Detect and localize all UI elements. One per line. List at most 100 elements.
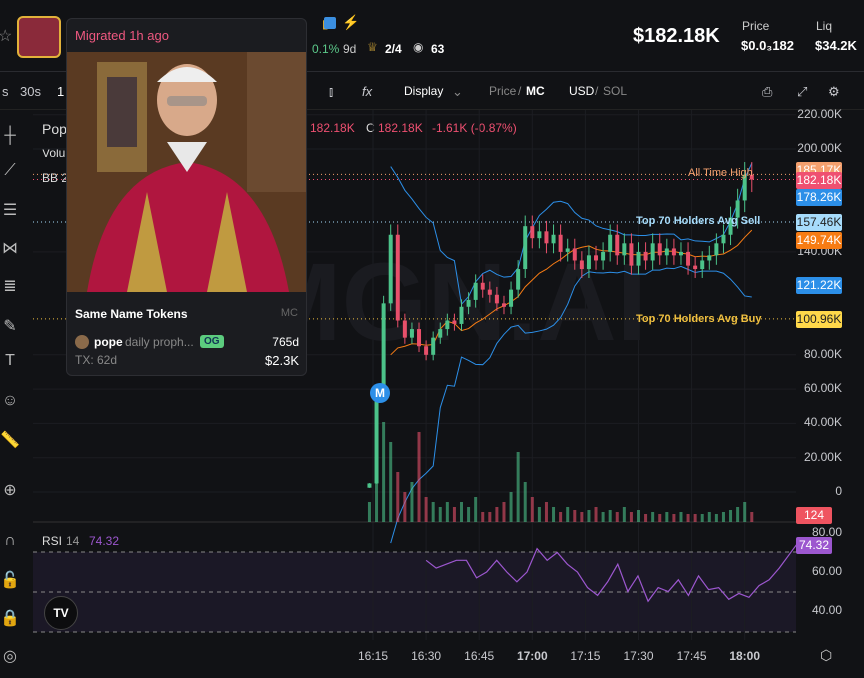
tradingview-logo[interactable]: TV (44, 596, 78, 630)
candle (473, 282, 478, 300)
candle (494, 294, 499, 304)
x-tick-label: 17:45 (676, 649, 707, 663)
volume-bar (403, 492, 407, 522)
volume-bar (601, 512, 605, 522)
volume-bar (389, 442, 393, 522)
volume-bar (566, 507, 570, 522)
candle (558, 234, 563, 252)
candle (395, 234, 400, 321)
price-tag: 178.26K (796, 189, 842, 206)
candle (707, 255, 712, 261)
volume-bar (516, 452, 520, 522)
price-tag: 149.74K (796, 232, 842, 249)
candle (586, 255, 591, 270)
candle (374, 397, 379, 484)
volume-bar (509, 492, 513, 522)
y-tick-label: 40.00K (803, 415, 842, 430)
token-hover-card: Migrated 1h ago Same Name Tokens MC pope… (66, 18, 307, 376)
volume-bar (750, 512, 754, 522)
volume-bar (707, 512, 711, 522)
volume-bar (672, 514, 676, 522)
volume-bar (495, 507, 499, 522)
y-tick-label: 220.00K (797, 106, 842, 121)
candle (671, 248, 676, 256)
ath-label: All Time High (688, 167, 753, 179)
x-tick-label: 17:15 (570, 649, 601, 663)
og-badge: OG (200, 335, 224, 348)
volume-bar (481, 512, 485, 522)
candle (537, 231, 542, 239)
price-tag: 121.22K (796, 277, 842, 294)
candle (544, 231, 549, 244)
volume-bar (608, 510, 612, 522)
candle (466, 299, 471, 307)
candle (445, 320, 450, 330)
volume-bar (460, 502, 463, 522)
x-tick-label: 17:30 (623, 649, 654, 663)
rsi-tick-label: 40.00 (811, 603, 842, 617)
candle (678, 251, 683, 256)
volume-bar (452, 507, 456, 522)
volume-bar (644, 514, 648, 522)
candle (452, 320, 457, 324)
candle (608, 234, 613, 252)
volume-bar (743, 502, 747, 522)
volume-bar (615, 512, 619, 522)
axis-settings-icon[interactable]: ⬡ (820, 647, 832, 664)
y-tick-label: 0 (835, 484, 842, 498)
candle (530, 226, 535, 239)
candle (438, 329, 443, 338)
candle (487, 289, 492, 295)
volume-bar (587, 510, 591, 522)
price-tag: 182.18K (796, 172, 842, 189)
token-image (67, 52, 306, 292)
volume-bar (410, 482, 414, 522)
volume-bar (367, 502, 371, 522)
candle (409, 329, 414, 338)
candle (714, 243, 719, 256)
same-name-title: Same Name Tokens (75, 307, 188, 321)
volume-bar (474, 497, 478, 522)
volume-bar (544, 502, 548, 522)
candle (629, 243, 634, 266)
volume-bar (445, 502, 449, 522)
volume-bar (537, 507, 541, 522)
volume-bar (424, 497, 428, 522)
volume-bar (700, 514, 704, 522)
volume-bar (467, 507, 471, 522)
candle (431, 337, 436, 355)
candle (636, 251, 641, 266)
migration-marker[interactable]: M (370, 383, 390, 403)
rsi-tick-label: 60.00 (811, 564, 842, 578)
volume-bar (580, 512, 584, 522)
volume-bar (530, 497, 534, 522)
volume-bar (637, 510, 640, 522)
volume-bar (552, 507, 556, 522)
candle (501, 303, 506, 307)
rsi-value: 74.32 (89, 534, 120, 548)
candle (459, 306, 464, 324)
avg-buy-label: Top 70 Holders Avg Buy (636, 313, 762, 325)
candle (480, 282, 485, 290)
y-tick-label: 60.00K (803, 381, 842, 396)
price-tag: 157.46K (796, 214, 842, 231)
volume-bar (396, 472, 400, 522)
x-tick-label: 16:45 (464, 649, 495, 663)
candle (579, 260, 584, 270)
candle (664, 248, 669, 256)
volume-bar (693, 514, 697, 522)
candle (367, 483, 372, 488)
volume-bar (488, 512, 492, 522)
volume-bar (714, 514, 718, 522)
candle (686, 251, 691, 266)
candle (417, 329, 422, 347)
price-tag: 74.32 (796, 537, 832, 554)
volume-bar (729, 510, 733, 522)
x-tick-label: 18:00 (729, 649, 761, 663)
rsi-period: 14 (66, 534, 80, 548)
volume-bar (736, 507, 740, 522)
volume-bar (721, 512, 725, 522)
candle (523, 226, 528, 270)
candle (424, 346, 429, 355)
candle (565, 248, 570, 252)
